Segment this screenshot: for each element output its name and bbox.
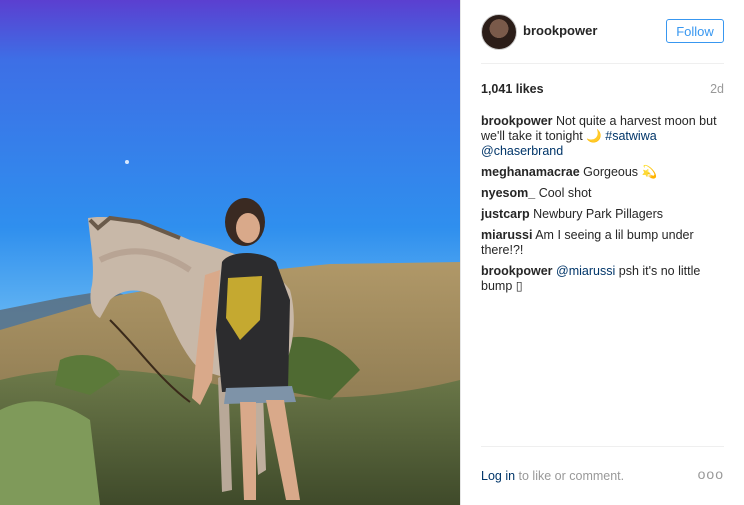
comment-author[interactable]: brookpower bbox=[481, 114, 553, 128]
comment-text: Newbury Park Pillagers bbox=[533, 207, 664, 221]
header-divider bbox=[481, 63, 724, 64]
login-prompt-text: to like or comment. bbox=[515, 469, 625, 483]
comment-author[interactable]: meghanamacrae bbox=[481, 165, 580, 179]
comment-author[interactable]: justcarp bbox=[481, 207, 530, 221]
more-options-icon[interactable]: ooo bbox=[698, 466, 724, 482]
comment-list: brookpower Not quite a harvest moon but … bbox=[481, 114, 725, 300]
comment-text: Cool shot bbox=[538, 186, 592, 200]
list-item: justcarp Newbury Park Pillagers bbox=[481, 207, 725, 222]
list-item: nyesom_ Cool shot bbox=[481, 186, 725, 201]
mention-link[interactable]: @chaserbrand bbox=[481, 144, 563, 158]
username-link[interactable]: brookpower bbox=[523, 23, 597, 38]
login-prompt: Log in to like or comment. bbox=[481, 469, 624, 483]
post-age[interactable]: 2d bbox=[710, 82, 724, 96]
login-link[interactable]: Log in bbox=[481, 469, 515, 483]
post-photo[interactable] bbox=[0, 0, 460, 505]
follow-button[interactable]: Follow bbox=[666, 19, 724, 43]
list-item: brookpower @miarussi psh it's no little … bbox=[481, 264, 725, 294]
comment-text: Gorgeous 💫 bbox=[583, 165, 658, 179]
post-header: brookpower Follow bbox=[481, 14, 724, 50]
comment-author[interactable]: nyesom_ bbox=[481, 186, 535, 200]
likes-count[interactable]: 1,041 likes bbox=[481, 82, 544, 96]
avatar[interactable] bbox=[481, 14, 517, 50]
comment-author[interactable]: brookpower bbox=[481, 264, 553, 278]
mention-link[interactable]: @miarussi bbox=[556, 264, 615, 278]
list-item: meghanamacrae Gorgeous 💫 bbox=[481, 165, 725, 180]
footer-divider bbox=[481, 446, 724, 447]
comment-author[interactable]: miarussi bbox=[481, 228, 532, 242]
list-item: miarussi Am I seeing a lil bump under th… bbox=[481, 228, 725, 258]
hashtag-link[interactable]: #satwiwa bbox=[605, 129, 656, 143]
photo-image bbox=[0, 0, 460, 505]
post-sidebar: brookpower Follow 1,041 likes 2d brookpo… bbox=[460, 0, 744, 505]
caption: brookpower Not quite a harvest moon but … bbox=[481, 114, 725, 159]
